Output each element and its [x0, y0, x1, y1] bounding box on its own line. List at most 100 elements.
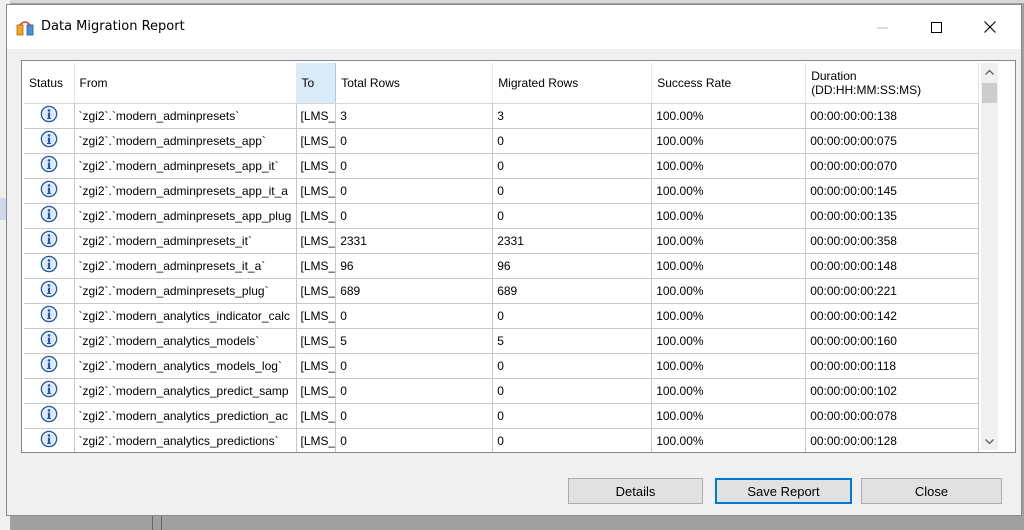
table-row[interactable]: `zgi2`.`modern_adminpresets_app_it_a [LMS… [24, 178, 980, 204]
cell-migrated: 96 [492, 253, 653, 279]
table-row[interactable]: `zgi2`.`modern_adminpresets_app_plug [LMS… [24, 203, 980, 229]
table-row[interactable]: `zgi2`.`modern_adminpresets` [LMS_ 3 3 100.0… [24, 103, 980, 129]
maximize-icon [930, 21, 942, 33]
cell-from: `zgi2`.`modern_adminpresets_it` [74, 228, 297, 254]
status-cell [24, 153, 75, 179]
cell-to: [LMS_ [296, 228, 337, 254]
migration-results-grid[interactable]: Status From To Total Rows Migrated Rows … [21, 60, 1016, 453]
chevron-up-icon [985, 69, 994, 75]
table-row[interactable]: `zgi2`.`modern_analytics_predictions` [LM… [24, 428, 980, 452]
info-icon [40, 205, 58, 226]
cell-success: 100.00% [651, 103, 807, 129]
table-row[interactable]: `zgi2`.`modern_adminpresets_it` [LMS_ 2331… [24, 228, 980, 254]
table-row[interactable]: `zgi2`.`modern_analytics_models_log` [LMS… [24, 353, 980, 379]
close-window-button[interactable] [967, 5, 1013, 49]
cell-duration: 00:00:00:00:135 [805, 203, 980, 229]
close-button[interactable]: Close [861, 478, 1002, 504]
minimize-icon [876, 27, 888, 28]
status-cell [24, 428, 75, 452]
cell-migrated: 2331 [492, 228, 653, 254]
cell-total: 2331 [335, 228, 494, 254]
details-button[interactable]: Details [568, 478, 703, 504]
cell-total: 3 [335, 103, 494, 129]
status-cell [24, 103, 75, 129]
cell-from: `zgi2`.`modern_analytics_models` [74, 328, 297, 354]
cell-success: 100.00% [651, 178, 807, 204]
cell-from: `zgi2`.`modern_adminpresets_it_a` [74, 253, 297, 279]
column-header-success-rate[interactable]: Success Rate [651, 63, 807, 104]
cell-migrated: 0 [492, 178, 653, 204]
column-header-duration[interactable]: Duration (DD:HH:MM:SS:MS) [805, 63, 980, 104]
cell-duration: 00:00:00:00:358 [805, 228, 980, 254]
close-icon [984, 21, 996, 33]
table-row[interactable]: `zgi2`.`modern_analytics_indicator_calc[… [24, 303, 980, 329]
cell-duration: 00:00:00:00:221 [805, 278, 980, 304]
desktop-background [0, 0, 1024, 3]
info-icon [40, 105, 58, 126]
cell-migrated: 0 [492, 203, 653, 229]
status-cell [24, 303, 75, 329]
cell-duration: 00:00:00:00:142 [805, 303, 980, 329]
cell-migrated: 0 [492, 128, 653, 154]
table-row[interactable]: `zgi2`.`modern_analytics_prediction_ac [L… [24, 403, 980, 429]
table-row[interactable]: `zgi2`.`modern_adminpresets_plug` [LMS_ 68… [24, 278, 980, 304]
cell-from: `zgi2`.`modern_adminpresets` [74, 103, 297, 129]
cell-from: `zgi2`.`modern_analytics_models_log` [74, 353, 297, 379]
maximize-button[interactable] [913, 5, 959, 49]
table-row[interactable]: `zgi2`.`modern_adminpresets_app` [LMS_ 0 0 1… [24, 128, 980, 154]
cell-to: [LMS_ [296, 403, 337, 429]
status-cell [24, 278, 75, 304]
cell-from: `zgi2`.`modern_analytics_prediction_ac [74, 403, 297, 429]
cell-from: `zgi2`.`modern_adminpresets_app_it_a [74, 178, 297, 204]
cell-total: 0 [335, 428, 494, 452]
table-row[interactable]: `zgi2`.`modern_adminpresets_it_a` [LMS_ 96… [24, 253, 980, 279]
background-splitter [152, 516, 162, 530]
cell-total: 0 [335, 128, 494, 154]
cell-migrated: 0 [492, 428, 653, 452]
scroll-down-button[interactable] [981, 433, 998, 450]
cell-migrated: 5 [492, 328, 653, 354]
save-report-button[interactable]: Save Report [715, 478, 852, 504]
cell-migrated: 0 [492, 403, 653, 429]
cell-to: [LMS_ [296, 178, 337, 204]
cell-total: 0 [335, 153, 494, 179]
status-cell [24, 353, 75, 379]
cell-to: [LMS_ [296, 328, 337, 354]
data-migration-report-window: Data Migration Report Status From To Tot… [6, 4, 1022, 516]
cell-success: 100.00% [651, 153, 807, 179]
cell-from: `zgi2`.`modern_adminpresets_app_plug [74, 203, 297, 229]
info-icon [40, 330, 58, 351]
column-header-to[interactable]: To [296, 63, 337, 104]
cell-success: 100.00% [651, 203, 807, 229]
cell-to: [LMS_ [296, 378, 337, 404]
cell-from: `zgi2`.`modern_analytics_predictions` [74, 428, 297, 452]
info-icon [40, 405, 58, 426]
cell-to: [LMS_ [296, 203, 337, 229]
minimize-button[interactable] [859, 5, 905, 49]
cell-total: 0 [335, 353, 494, 379]
cell-to: [LMS_ [296, 303, 337, 329]
scroll-up-button[interactable] [981, 63, 998, 80]
info-icon [40, 280, 58, 301]
cell-to: [LMS_ [296, 253, 337, 279]
cell-success: 100.00% [651, 403, 807, 429]
column-header-from[interactable]: From [74, 63, 297, 104]
cell-total: 0 [335, 203, 494, 229]
cell-success: 100.00% [651, 128, 807, 154]
info-icon [40, 380, 58, 401]
column-header-status[interactable]: Status [24, 63, 75, 104]
scrollbar-thumb[interactable] [982, 83, 997, 103]
cell-duration: 00:00:00:00:128 [805, 428, 980, 452]
table-row[interactable]: `zgi2`.`modern_adminpresets_app_it` [LMS_… [24, 153, 980, 179]
info-icon [40, 355, 58, 376]
cell-to: [LMS_ [296, 353, 337, 379]
vertical-scrollbar[interactable] [981, 63, 998, 450]
column-header-total-rows[interactable]: Total Rows [335, 63, 494, 104]
column-header-migrated-rows[interactable]: Migrated Rows [492, 63, 653, 104]
table-row[interactable]: `zgi2`.`modern_analytics_models` [LMS_ 5 5 1… [24, 328, 980, 354]
title-bar[interactable]: Data Migration Report [7, 5, 1021, 49]
cell-to: [LMS_ [296, 103, 337, 129]
status-cell [24, 203, 75, 229]
table-row[interactable]: `zgi2`.`modern_analytics_predict_samp [LM… [24, 378, 980, 404]
cell-total: 0 [335, 178, 494, 204]
